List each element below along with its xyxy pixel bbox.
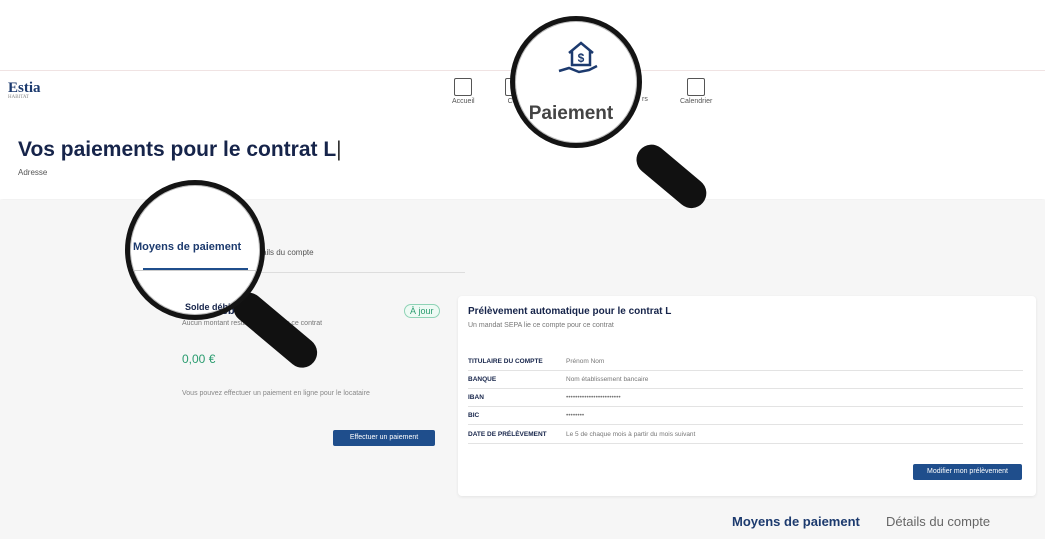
solde-info: Vous pouvez effectuer un paiement en lig… xyxy=(182,390,370,397)
tab-divider xyxy=(130,270,260,271)
row-key: IBAN xyxy=(468,394,484,401)
bottom-tab-details-compte[interactable]: Détails du compte xyxy=(886,514,990,529)
svg-text:$: $ xyxy=(578,51,585,65)
info-row: DATE DE PRÉLÈVEMENT Le 5 de chaque mois … xyxy=(468,429,1023,444)
info-row: TITULAIRE DU COMPTE Prénom Nom xyxy=(468,356,1023,371)
info-row: BIC •••••••• xyxy=(468,410,1023,425)
solde-amount: 0,00 € xyxy=(182,352,216,366)
nav-item-accueil[interactable]: Accueil xyxy=(452,78,475,105)
logo[interactable]: Estia HABITAT xyxy=(8,80,41,100)
row-key: BANQUE xyxy=(468,376,497,383)
bottom-tab-moyens-paiement[interactable]: Moyens de paiement xyxy=(732,514,860,529)
nav-label: Accueil xyxy=(452,98,475,105)
house-hand-payment-icon: $ xyxy=(558,41,598,74)
row-value: •••••••• xyxy=(566,412,585,419)
pay-button[interactable]: Effectuer un paiement xyxy=(333,430,435,446)
magnifier-paiement: $ Paiement xyxy=(510,16,642,148)
tab-moyens-paiement[interactable]: Moyens de paiement xyxy=(133,241,241,253)
row-key: DATE DE PRÉLÈVEMENT xyxy=(468,431,547,438)
modify-prelevement-button[interactable]: Modifier mon prélèvement xyxy=(913,464,1022,480)
nav-item-paiement[interactable]: Paiement xyxy=(515,103,627,125)
row-value: Le 5 de chaque mois à partir du mois sui… xyxy=(566,431,696,438)
row-key: BIC xyxy=(468,412,480,419)
info-row: IBAN •••••••••••••••••••••••• xyxy=(468,392,1023,407)
tab-details-compte[interactable]: ails du compte xyxy=(262,248,314,257)
prelevement-subtitle: Un mandat SEPA lie ce compte pour ce con… xyxy=(468,322,614,329)
row-value: •••••••••••••••••••••••• xyxy=(566,394,621,401)
nav-label: rs xyxy=(642,96,648,103)
magnifier-tab: Moyens de paiement Solde débiteur xyxy=(125,180,265,320)
row-value: Prénom Nom xyxy=(566,358,605,365)
calendar-icon xyxy=(687,78,706,96)
status-badge: À jour xyxy=(404,304,440,318)
prelevement-title: Prélèvement automatique pour le contrat … xyxy=(468,306,672,317)
page-title: Vos paiements pour le contrat L| xyxy=(18,138,342,161)
nav-item-documents[interactable]: rs xyxy=(642,96,648,103)
home-icon xyxy=(454,78,473,96)
row-key: TITULAIRE DU COMPTE xyxy=(468,358,543,365)
logo-text: Estia xyxy=(8,80,41,96)
row-value: Nom établissement bancaire xyxy=(566,376,649,383)
info-row: BANQUE Nom établissement bancaire xyxy=(468,374,1023,389)
page-subtitle: Adresse xyxy=(18,168,48,177)
solde-title-zoom: Solde débiteur xyxy=(185,302,248,312)
nav-item-calendrier[interactable]: Calendrier xyxy=(680,78,712,105)
nav-label: Calendrier xyxy=(680,98,713,105)
